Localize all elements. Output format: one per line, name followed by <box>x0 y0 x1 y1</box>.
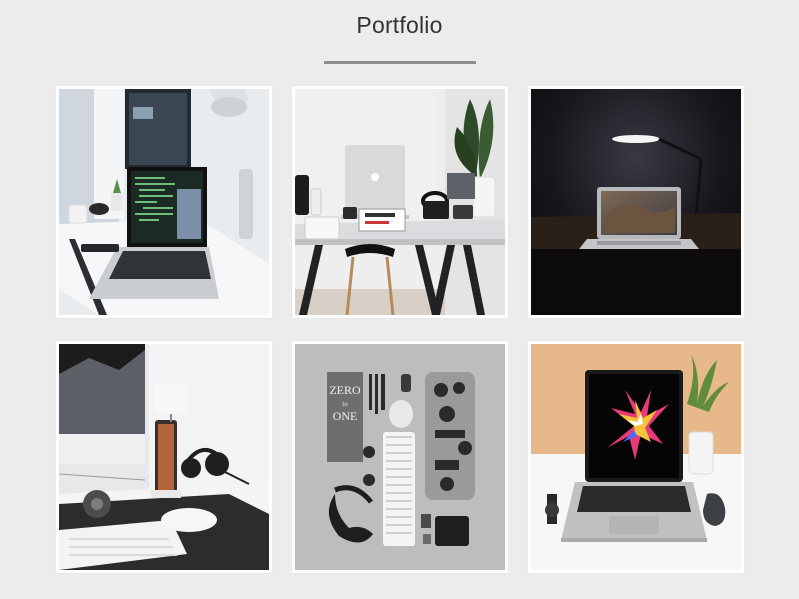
book-title-line2: to <box>342 400 348 408</box>
portfolio-item-dark-laptop-lamp[interactable] <box>528 86 744 318</box>
portfolio-image <box>531 344 741 570</box>
portfolio-image: ZERO to ONE <box>295 344 505 570</box>
portfolio-item-macbook-orange-wall[interactable] <box>528 341 744 573</box>
portfolio-image <box>295 89 505 315</box>
portfolio-item-desk-laptop-code[interactable] <box>56 86 272 318</box>
portfolio-image <box>531 89 741 315</box>
title-underline <box>324 61 476 64</box>
portfolio-image <box>59 344 269 570</box>
portfolio-image <box>59 89 269 315</box>
portfolio-item-imac-phone-headphones[interactable] <box>56 341 272 573</box>
page-title: Portfolio <box>356 12 443 38</box>
book-title-line3: ONE <box>333 409 358 423</box>
book-title-line1: ZERO <box>329 383 361 397</box>
portfolio-item-desk-macbook-trestle[interactable] <box>292 86 508 318</box>
portfolio-item-flatlay-gadgets[interactable]: ZERO to ONE <box>292 341 508 573</box>
